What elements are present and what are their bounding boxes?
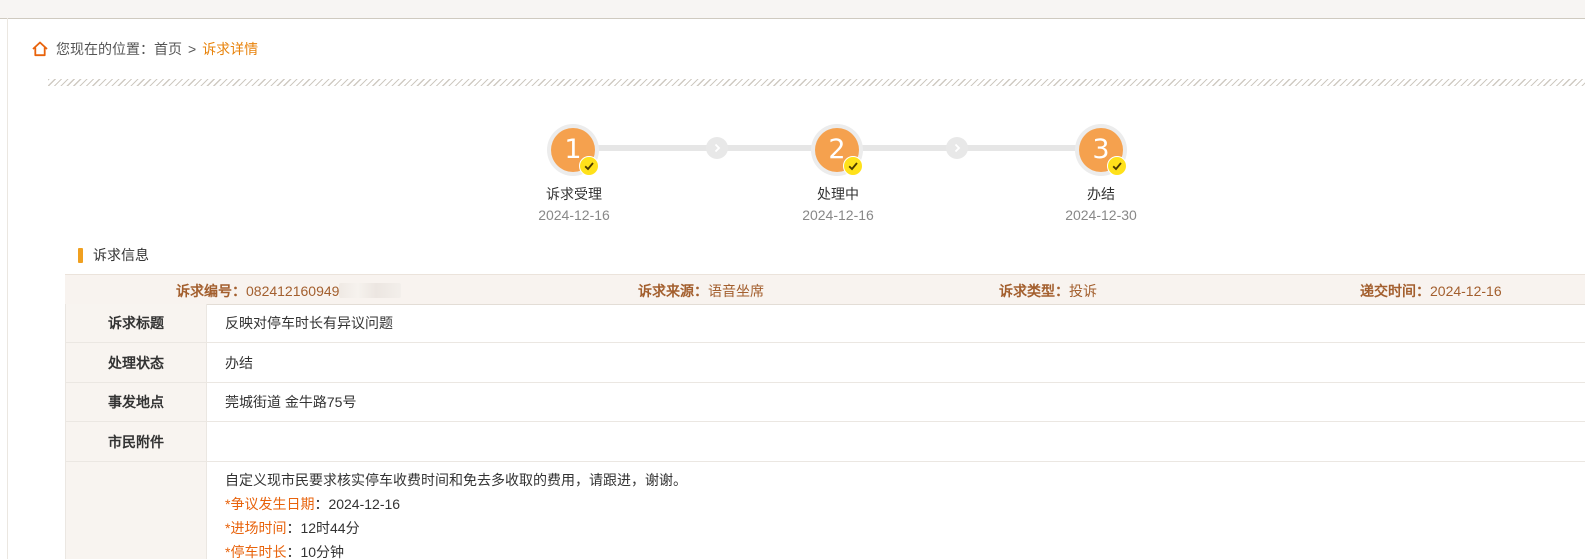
info-source: 诉求来源：语音坐席 xyxy=(638,281,764,301)
info-type: 诉求类型：投诉 xyxy=(999,281,1097,301)
info-type-label: 诉求类型： xyxy=(999,283,1069,299)
detail-value: 办结 xyxy=(225,354,253,371)
field-label: *进场时间 xyxy=(225,520,287,536)
field-value: 2024-12-16 xyxy=(328,496,401,512)
info-time: 递交时间：2024-12-16 xyxy=(1360,281,1502,301)
field-label: *争议发生日期 xyxy=(225,496,315,512)
info-time-label: 递交时间： xyxy=(1360,283,1430,299)
info-time-value: 2024-12-16 xyxy=(1430,283,1502,299)
step-label: 办结 xyxy=(1087,186,1115,202)
breadcrumb-home-link[interactable]: 首页 xyxy=(154,39,182,59)
detail-label: 诉求标题 xyxy=(65,304,207,342)
section-title-text: 诉求信息 xyxy=(93,247,149,263)
detail-label: 处理状态 xyxy=(65,343,207,382)
progress-step-3: 3 xyxy=(1075,124,1127,176)
check-icon xyxy=(579,156,599,176)
field-sep: ： xyxy=(286,520,301,536)
info-source-value: 语音坐席 xyxy=(708,283,764,299)
progress-step-1: 1 xyxy=(547,124,599,176)
info-number-value: 082412160949 xyxy=(246,283,340,299)
redaction-blur xyxy=(339,283,402,298)
breadcrumb: 您现在的位置： 首页 > 诉求详情 xyxy=(31,38,258,60)
section-marker xyxy=(78,247,83,263)
field-sep: ： xyxy=(314,496,329,512)
info-number-label: 诉求编号： xyxy=(176,283,246,299)
description-block: 自定义现市民要求核实停车收费时间和免去多收取的费用，请跟进，谢谢。 *争议发生日… xyxy=(225,468,687,559)
field-sep: ： xyxy=(286,544,301,559)
description-field: *争议发生日期：2024-12-16 xyxy=(225,492,687,516)
description-field: *进场时间：12时44分 xyxy=(225,516,687,540)
step-date: 2024-12-16 xyxy=(538,207,610,223)
top-bar xyxy=(0,0,1585,19)
detail-row-location: 事发地点 莞城街道 金牛路75号 xyxy=(65,383,1585,422)
detail-row-attachment: 市民附件 xyxy=(65,422,1585,462)
info-source-label: 诉求来源： xyxy=(638,283,708,299)
chevron-right-icon xyxy=(946,137,968,159)
check-icon xyxy=(1107,156,1127,176)
chevron-right-icon xyxy=(706,137,728,159)
section-title: 诉求信息 xyxy=(78,245,149,265)
step-label: 处理中 xyxy=(817,186,859,202)
hatched-divider xyxy=(48,79,1585,86)
home-icon[interactable] xyxy=(31,40,49,58)
description-field: *停车时长：10分钟 xyxy=(225,540,687,559)
breadcrumb-separator: > xyxy=(188,41,197,57)
step-date: 2024-12-16 xyxy=(802,207,874,223)
detail-label: 市民附件 xyxy=(65,422,207,461)
field-label: *停车时长 xyxy=(225,544,287,559)
description-text: 自定义现市民要求核实停车收费时间和免去多收取的费用，请跟进，谢谢。 xyxy=(225,472,687,488)
check-icon xyxy=(843,156,863,176)
detail-row-status: 处理状态 办结 xyxy=(65,343,1585,383)
detail-label xyxy=(65,462,207,559)
info-bar: 诉求编号：082412160949 诉求来源：语音坐席 诉求类型：投诉 递交时间… xyxy=(65,274,1585,305)
step-date: 2024-12-30 xyxy=(1065,207,1137,223)
progress-step-2: 2 xyxy=(811,124,863,176)
detail-value: 莞城街道 金牛路75号 xyxy=(225,394,357,410)
detail-value: 反映对停车时长有异议问题 xyxy=(225,315,393,331)
progress-connector-2 xyxy=(860,145,1082,151)
step-label: 诉求受理 xyxy=(546,186,602,202)
detail-label: 事发地点 xyxy=(65,383,207,421)
detail-row-title: 诉求标题 反映对停车时长有异议问题 xyxy=(65,304,1585,343)
field-value: 10分钟 xyxy=(300,544,345,559)
info-number: 诉求编号：082412160949 xyxy=(176,281,402,301)
breadcrumb-prefix: 您现在的位置： xyxy=(56,41,154,57)
info-type-value: 投诉 xyxy=(1069,283,1097,299)
breadcrumb-current: 诉求详情 xyxy=(202,41,259,57)
field-value: 12时44分 xyxy=(300,520,360,536)
left-divider xyxy=(7,18,8,559)
page: 您现在的位置： 首页 > 诉求详情 1 2 3 诉求受理 处理中 办结 2024… xyxy=(0,0,1585,559)
